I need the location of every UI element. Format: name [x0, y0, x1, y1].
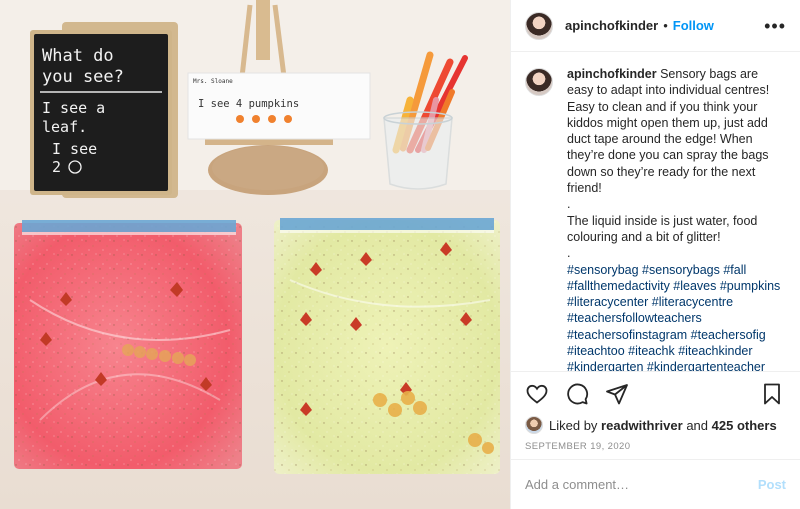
paper-plane-icon[interactable] — [605, 382, 631, 408]
chalk-line-2: you see? — [42, 67, 124, 87]
post-comment-button[interactable]: Post — [758, 477, 786, 492]
caption-avatar[interactable] — [525, 68, 553, 96]
post-side-panel: apinchofkinder • Follow ••• apinchofkind… — [510, 0, 800, 509]
liker-username[interactable]: readwithriver — [601, 418, 683, 433]
likes-and: and — [686, 417, 709, 433]
yellow-sensory-bag — [274, 218, 500, 474]
comment-bar: Post — [511, 459, 800, 509]
likes-line: Liked by readwithriver and 425 others — [525, 416, 786, 434]
card-sentence: I see 4 pumpkins — [198, 98, 299, 110]
chalk-line-4: leaf. — [42, 118, 87, 136]
red-sensory-bag — [14, 220, 242, 469]
chalk-line-6: 2 — [52, 158, 61, 176]
caption-hashtags[interactable]: #sensorybag #sensorybags #fall #fallthem… — [567, 262, 786, 371]
chalkboard-sign: What do you see? I see a leaf. I see 2 — [30, 22, 178, 198]
caption-row: apinchofkinder Sensory bags are easy to … — [525, 66, 786, 371]
more-options-icon[interactable]: ••• — [764, 17, 786, 35]
caption-dot-2: . — [567, 246, 571, 261]
chalk-line-1: What do — [42, 46, 114, 66]
caption-text: Sensory bags are easy to adapt into indi… — [567, 67, 770, 196]
action-bar — [525, 380, 786, 410]
sensory-bags-photo: What do you see? I see a leaf. I see 2 M… — [0, 0, 510, 509]
caption-dot-1: . — [567, 197, 571, 212]
bookmark-icon[interactable] — [760, 382, 786, 408]
author-username[interactable]: apinchofkinder — [565, 18, 658, 33]
caption-text-2: The liquid inside is just water, food co… — [567, 213, 758, 244]
likes-prefix: Liked by — [549, 417, 598, 433]
liker-avatar[interactable] — [525, 416, 543, 434]
post-header: apinchofkinder • Follow ••• — [511, 0, 800, 52]
caption-area[interactable]: apinchofkinder Sensory bags are easy to … — [511, 52, 800, 372]
chalk-line-5: I see — [52, 140, 97, 158]
post-photo[interactable]: What do you see? I see a leaf. I see 2 M… — [0, 0, 510, 509]
likes-others[interactable]: 425 others — [712, 418, 777, 433]
caption-username[interactable]: apinchofkinder — [567, 67, 657, 81]
author-avatar[interactable] — [525, 11, 553, 40]
follow-button[interactable]: Follow — [673, 18, 714, 33]
card-name: Mrs. Sloane — [193, 78, 233, 85]
header-separator: • — [663, 18, 668, 33]
heart-icon[interactable] — [525, 382, 551, 408]
comment-input[interactable] — [525, 477, 758, 492]
post-date[interactable]: SEPTEMBER 19, 2020 — [525, 441, 630, 452]
comment-bubble-icon[interactable] — [565, 382, 591, 408]
caption-body: apinchofkinder Sensory bags are easy to … — [567, 66, 786, 371]
chalk-line-3: I see a — [42, 99, 105, 117]
